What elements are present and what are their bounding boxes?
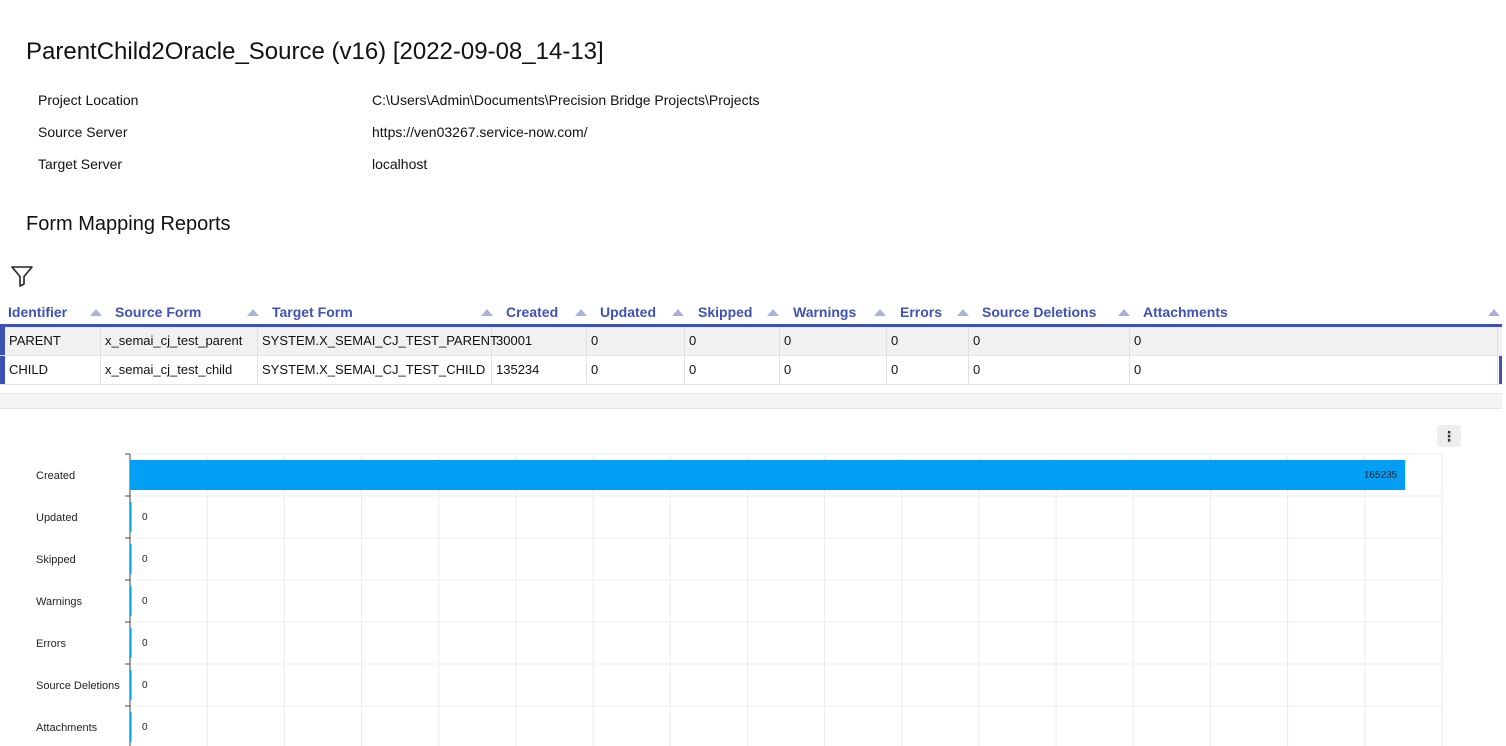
sort-asc-icon[interactable] bbox=[575, 309, 587, 316]
table-row[interactable]: CHILD x_semai_cj_test_child SYSTEM.X_SEM… bbox=[0, 356, 1502, 385]
data-label: 0 bbox=[142, 554, 148, 565]
horizontal-scrollbar[interactable] bbox=[0, 393, 1502, 409]
cell-errors: 0 bbox=[887, 327, 969, 355]
sort-asc-icon[interactable] bbox=[481, 309, 493, 316]
data-label: 0 bbox=[142, 722, 148, 733]
info-label: Project Location bbox=[38, 92, 139, 108]
category-label: Errors bbox=[36, 638, 66, 650]
sort-asc-icon[interactable] bbox=[767, 309, 779, 316]
info-value: localhost bbox=[372, 156, 428, 172]
info-value: https://ven03267.service-now.com/ bbox=[372, 124, 588, 140]
column-header-errors[interactable]: Errors bbox=[900, 304, 942, 320]
cell-warnings: 0 bbox=[780, 327, 887, 355]
category-label: Attachments bbox=[36, 722, 98, 734]
column-header-warnings[interactable]: Warnings bbox=[793, 304, 856, 320]
table-row[interactable]: PARENT x_semai_cj_test_parent SYSTEM.X_S… bbox=[0, 327, 1502, 356]
bar bbox=[130, 544, 132, 574]
cell-errors: 0 bbox=[887, 356, 969, 384]
data-label: 0 bbox=[142, 680, 148, 691]
category-label: Warnings bbox=[36, 596, 83, 608]
data-label: 165235 bbox=[1364, 470, 1398, 481]
column-header-updated[interactable]: Updated bbox=[600, 304, 656, 320]
data-label: 0 bbox=[142, 512, 148, 523]
section-title: Form Mapping Reports bbox=[26, 213, 231, 235]
cell-created: 30001 bbox=[492, 327, 587, 355]
category-label: Updated bbox=[36, 512, 78, 524]
column-header-target-form[interactable]: Target Form bbox=[272, 304, 353, 320]
data-label: 0 bbox=[142, 638, 148, 649]
info-label: Target Server bbox=[38, 156, 123, 172]
project-info: Project Location C:\Users\Admin\Document… bbox=[38, 92, 759, 188]
sort-asc-icon[interactable] bbox=[874, 309, 886, 316]
category-label: Skipped bbox=[36, 554, 76, 566]
column-header-attachments[interactable]: Attachments bbox=[1143, 304, 1228, 320]
category-label: Source Deletions bbox=[36, 680, 120, 692]
bar bbox=[130, 502, 132, 532]
sort-asc-icon[interactable] bbox=[90, 309, 102, 316]
bar bbox=[130, 460, 1406, 490]
grid-header: Identifier Source Form Target Form Creat… bbox=[0, 300, 1502, 327]
cell-skipped: 0 bbox=[685, 356, 780, 384]
cell-identifier: CHILD bbox=[5, 356, 101, 384]
column-header-source-deletions[interactable]: Source Deletions bbox=[982, 304, 1096, 320]
cell-source-deletions: 0 bbox=[969, 327, 1130, 355]
filter-icon[interactable] bbox=[10, 264, 34, 288]
page-title: ParentChild2Oracle_Source (v16) [2022-09… bbox=[26, 38, 604, 65]
sort-asc-icon[interactable] bbox=[672, 309, 684, 316]
cell-source-deletions: 0 bbox=[969, 356, 1130, 384]
bar bbox=[130, 586, 132, 616]
info-row-target-server: Target Server localhost bbox=[38, 156, 759, 188]
form-mapping-grid: Identifier Source Form Target Form Creat… bbox=[0, 300, 1502, 385]
cell-created: 135234 bbox=[492, 356, 587, 384]
info-row-project-location: Project Location C:\Users\Admin\Document… bbox=[38, 92, 759, 124]
bar bbox=[130, 670, 132, 700]
cell-attachments: 0 bbox=[1130, 327, 1498, 355]
info-value: C:\Users\Admin\Documents\Precision Bridg… bbox=[372, 92, 760, 108]
cell-identifier: PARENT bbox=[5, 327, 101, 355]
column-header-identifier[interactable]: Identifier bbox=[8, 304, 67, 320]
cell-target-form: SYSTEM.X_SEMAI_CJ_TEST_CHILD bbox=[258, 356, 492, 384]
bar bbox=[130, 628, 132, 658]
cell-skipped: 0 bbox=[685, 327, 780, 355]
cell-source-form: x_semai_cj_test_child bbox=[101, 356, 258, 384]
info-label: Source Server bbox=[38, 124, 128, 140]
category-label: Created bbox=[36, 470, 75, 482]
info-row-source-server: Source Server https://ven03267.service-n… bbox=[38, 124, 759, 156]
totals-bar-chart: Created 165235 Updated 0 Skipped 0 Warnings 0 Er… bbox=[36, 453, 1443, 746]
sort-asc-icon[interactable] bbox=[1118, 309, 1130, 316]
cell-updated: 0 bbox=[587, 356, 685, 384]
data-label: 0 bbox=[142, 596, 148, 607]
sort-asc-icon[interactable] bbox=[247, 309, 259, 316]
sort-asc-icon[interactable] bbox=[957, 309, 969, 316]
sort-asc-icon[interactable] bbox=[1488, 309, 1500, 316]
bar bbox=[130, 712, 132, 742]
cell-updated: 0 bbox=[587, 327, 685, 355]
cell-target-form: SYSTEM.X_SEMAI_CJ_TEST_PARENT bbox=[258, 327, 498, 355]
row-marker-right bbox=[1499, 356, 1502, 384]
cell-source-form: x_semai_cj_test_parent bbox=[101, 327, 258, 355]
column-header-skipped[interactable]: Skipped bbox=[698, 304, 752, 320]
cell-warnings: 0 bbox=[780, 356, 887, 384]
column-header-source-form[interactable]: Source Form bbox=[115, 304, 201, 320]
cell-attachments: 0 bbox=[1130, 356, 1498, 384]
column-header-created[interactable]: Created bbox=[506, 304, 558, 320]
